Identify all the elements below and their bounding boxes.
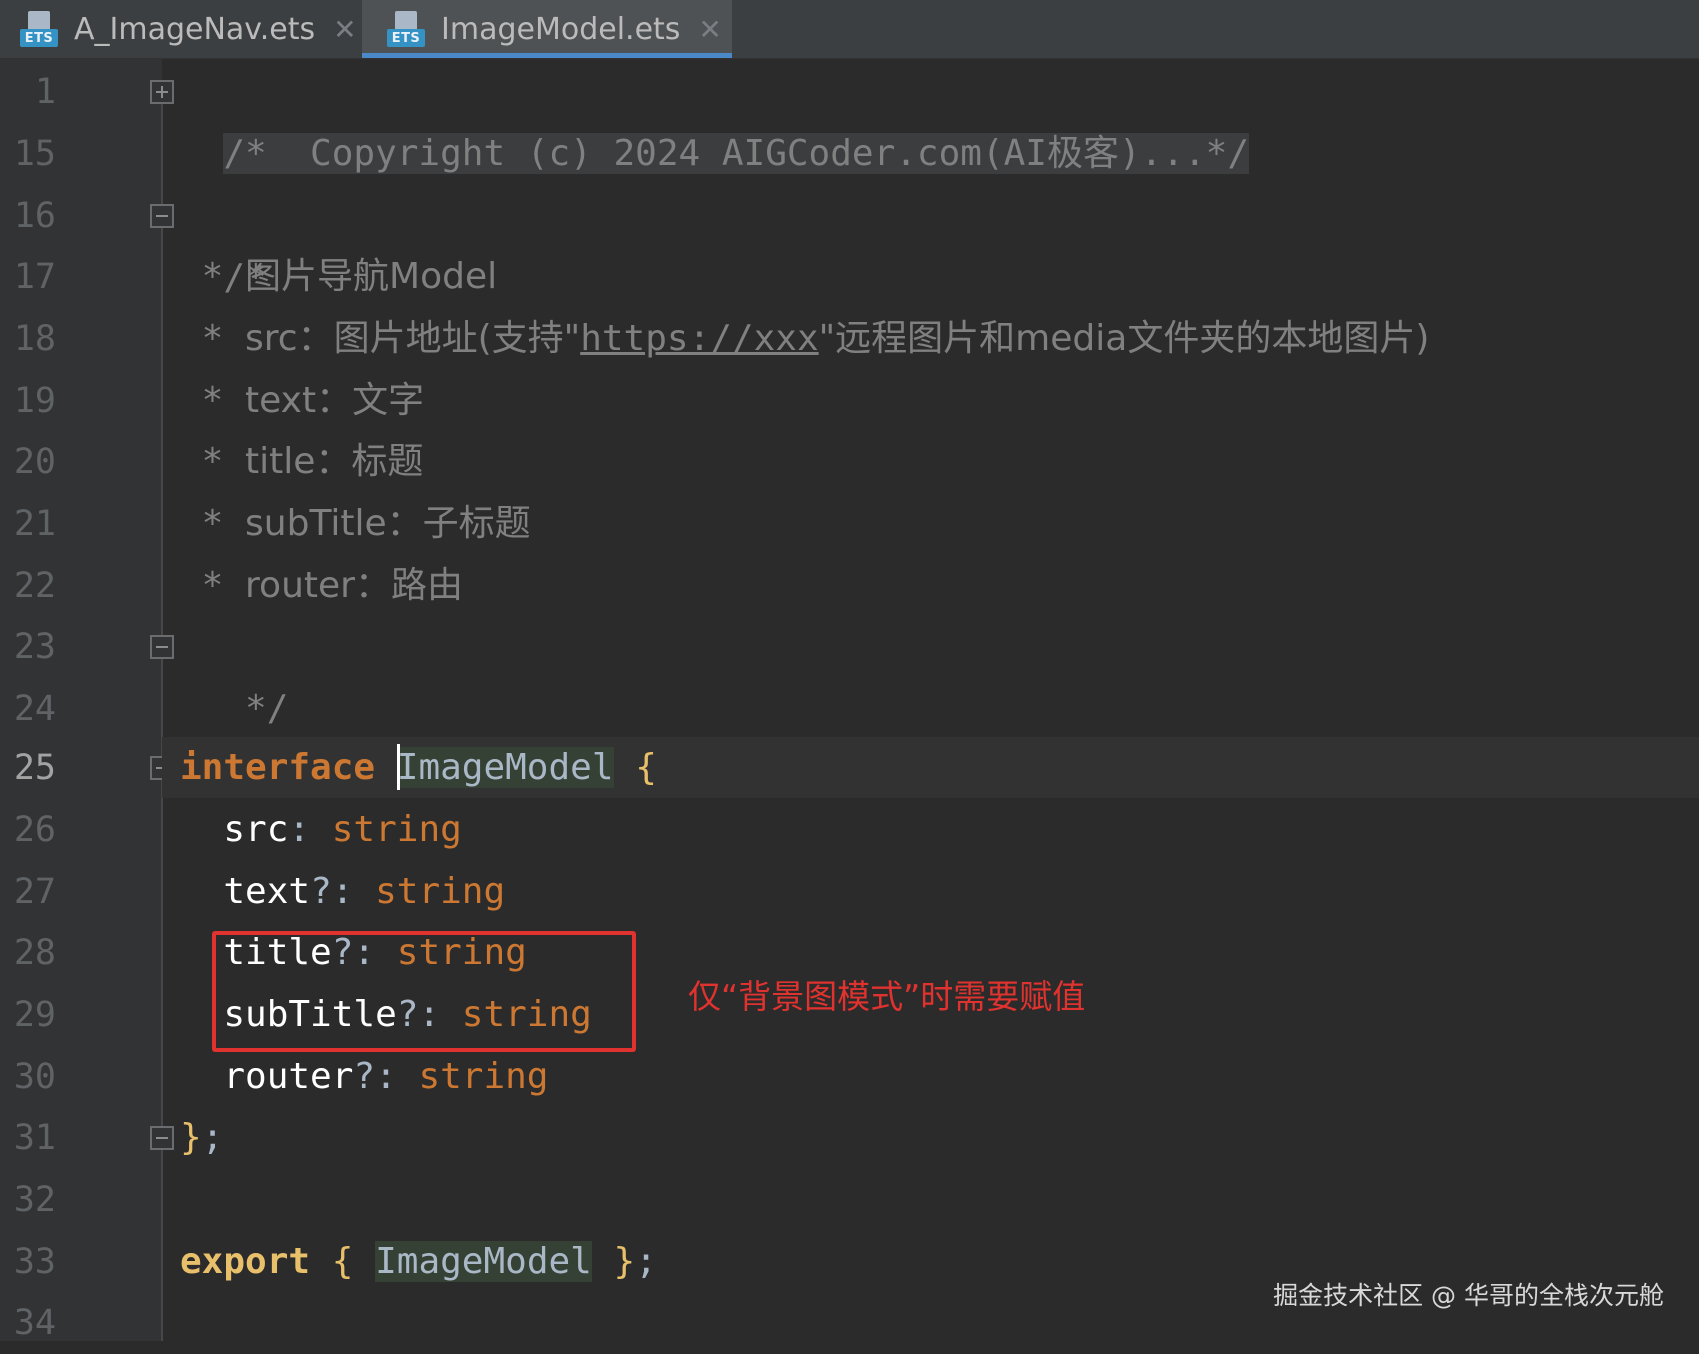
line-number: 23 xyxy=(13,627,56,667)
annotation-note: 仅“背景图模式”时需要赋值 xyxy=(688,977,1086,1016)
tab-a-imagenav[interactable]: ETS A_ImageNav.ets ✕ xyxy=(0,0,362,58)
open-brace: { xyxy=(635,747,657,788)
semicolon: ; xyxy=(201,1117,224,1158)
highlight-box xyxy=(212,931,636,1052)
code-line-19[interactable]: * text：文字 xyxy=(180,370,424,432)
property-name: text xyxy=(223,871,311,912)
collapsed-comment[interactable]: /* Copyright (c) 2024 AIGCoder.com(AI极客)… xyxy=(223,133,1250,174)
code-line-16[interactable]: /* xyxy=(180,185,266,298)
fold-guide-line xyxy=(161,92,163,1341)
comment-text: "远程图片和media文件夹的本地图片) xyxy=(818,318,1430,359)
property-separator: : xyxy=(288,809,332,850)
keyword-interface: interface xyxy=(180,747,376,788)
line-number: 21 xyxy=(13,504,56,544)
comment-star: * xyxy=(180,318,246,359)
line-number: 32 xyxy=(13,1180,56,1220)
code-line-31[interactable]: }; xyxy=(180,1107,223,1169)
code-line-27[interactable]: text?: string xyxy=(180,861,505,923)
property-type: string xyxy=(418,1056,549,1097)
comment-text: 图片导航Model xyxy=(245,256,498,297)
open-brace: { xyxy=(331,1241,354,1282)
keyword-export: export xyxy=(180,1241,311,1282)
comment-star: * xyxy=(180,565,246,606)
code-line-18[interactable]: * src：图片地址(支持"https://xxx"远程图片和media文件夹的… xyxy=(180,308,1430,370)
property-type: string xyxy=(375,871,506,912)
ets-file-icon: ETS xyxy=(387,9,425,49)
line-number: 17 xyxy=(13,257,56,297)
comment-text: text：文字 xyxy=(245,380,425,421)
comment-text: router：路由 xyxy=(245,565,463,606)
code-line-1[interactable]: /* Copyright (c) 2024 AIGCoder.com(AI极客)… xyxy=(180,61,1250,174)
code-line-17[interactable]: * 图片导航Model xyxy=(180,246,497,308)
comment-close: */ xyxy=(223,688,289,729)
identifier-imagemodel[interactable]: ImageModel xyxy=(375,1241,592,1282)
comment-star: * xyxy=(180,503,246,544)
line-number: 31 xyxy=(13,1118,56,1158)
line-number: 33 xyxy=(13,1242,56,1282)
line-number: 16 xyxy=(13,196,56,236)
line-number: 27 xyxy=(13,872,56,912)
line-number: 15 xyxy=(13,134,56,174)
code-line-22[interactable]: * router：路由 xyxy=(180,555,463,617)
code-line-26[interactable]: src: string xyxy=(180,799,462,861)
line-number: 1 xyxy=(34,72,56,112)
fold-end-icon[interactable] xyxy=(150,1126,174,1150)
line-number: 20 xyxy=(13,442,56,482)
close-brace: } xyxy=(180,1117,202,1158)
code-line-30[interactable]: router?: string xyxy=(180,1046,548,1108)
text-caret xyxy=(396,744,400,790)
comment-text: title：标题 xyxy=(245,441,424,482)
fold-collapse-icon[interactable] xyxy=(150,204,174,228)
comment-text: src：图片地址(支持" xyxy=(245,318,581,359)
tab-imagemodel[interactable]: ETS ImageModel.ets ✕ xyxy=(362,0,732,58)
line-number: 18 xyxy=(13,319,56,359)
line-number: 22 xyxy=(13,566,56,606)
line-number: 29 xyxy=(13,995,56,1035)
code-line-23[interactable]: */ xyxy=(180,616,288,729)
tab-label: A_ImageNav.ets xyxy=(74,11,316,47)
line-number: 30 xyxy=(13,1057,56,1097)
property-separator: ?: xyxy=(353,1056,419,1097)
line-number: 19 xyxy=(13,381,56,421)
comment-text: subTitle：子标题 xyxy=(245,503,531,544)
line-number: 28 xyxy=(13,933,56,973)
comment-star: * xyxy=(180,256,246,297)
editor-tab-bar: ETS A_ImageNav.ets ✕ ETS ImageModel.ets … xyxy=(0,0,1699,59)
comment-link[interactable]: https://xxx xyxy=(580,318,818,359)
ets-file-icon: ETS xyxy=(20,9,58,49)
comment-star: * xyxy=(180,441,246,482)
identifier-imagemodel[interactable]: ImageModel xyxy=(396,747,614,788)
line-number: 34 xyxy=(13,1303,56,1343)
close-icon[interactable]: ✕ xyxy=(333,13,356,46)
code-line-33[interactable]: export { ImageModel }; xyxy=(180,1231,657,1293)
code-line-20[interactable]: * title：标题 xyxy=(180,431,424,493)
line-number: 24 xyxy=(13,689,56,729)
fold-end-icon[interactable] xyxy=(150,635,174,659)
property-separator: ?: xyxy=(310,871,376,912)
fold-expand-icon[interactable] xyxy=(150,80,174,104)
semicolon: ; xyxy=(635,1241,657,1282)
line-number: 26 xyxy=(13,810,56,850)
code-line-25[interactable]: interface ImageModel { xyxy=(180,737,657,799)
comment-star: * xyxy=(180,380,246,421)
property-type: string xyxy=(331,809,462,850)
code-line-21[interactable]: * subTitle：子标题 xyxy=(180,493,531,555)
close-brace: } xyxy=(613,1241,636,1282)
property-name: router xyxy=(223,1056,354,1097)
close-icon[interactable]: ✕ xyxy=(698,13,721,46)
watermark: 掘金技术社区 @ 华哥的全栈次元舱 xyxy=(1273,1281,1664,1310)
line-number-current: 25 xyxy=(13,748,56,788)
property-name: src xyxy=(223,809,289,850)
tab-label: ImageModel.ets xyxy=(441,11,681,47)
